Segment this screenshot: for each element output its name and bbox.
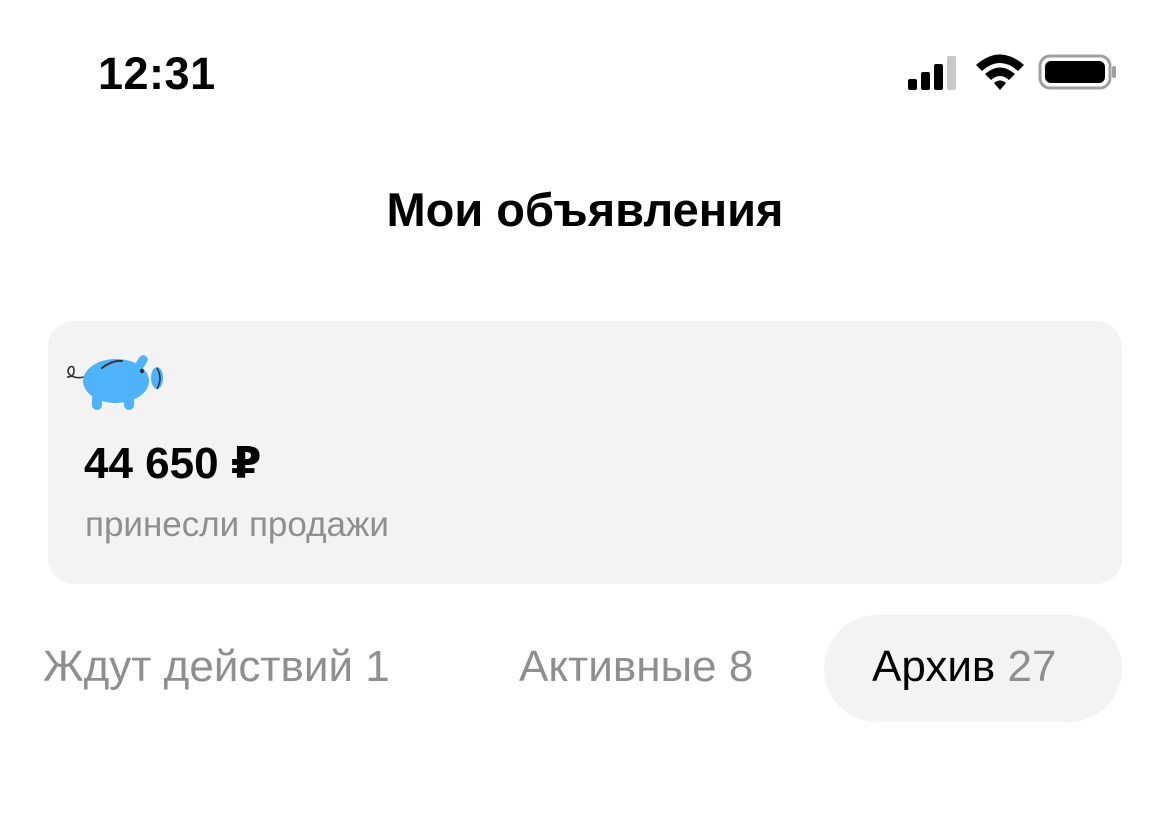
tab-active[interactable]: Активные 8 (519, 639, 753, 695)
battery-icon (1038, 54, 1116, 90)
piggy-bank-icon (66, 355, 163, 410)
tab-pending[interactable]: Ждут действий 1 (43, 639, 390, 695)
tab-archive-count: 27 (1007, 642, 1057, 691)
signal-icon (908, 56, 956, 90)
status-time: 12:31 (98, 48, 216, 99)
screen: 12:31 Мои объявления 44 650 ₽ принесли п… (0, 0, 1170, 817)
tab-archive-label: Архив (872, 642, 996, 691)
wifi-icon (976, 54, 1024, 90)
status-icons (900, 52, 1120, 96)
sales-caption: принесли продажи (85, 505, 389, 544)
page-title: Мои объявления (386, 183, 784, 236)
tab-archive-text[interactable]: Архив 27 (872, 639, 1056, 695)
sales-amount: 44 650 ₽ (84, 439, 262, 488)
